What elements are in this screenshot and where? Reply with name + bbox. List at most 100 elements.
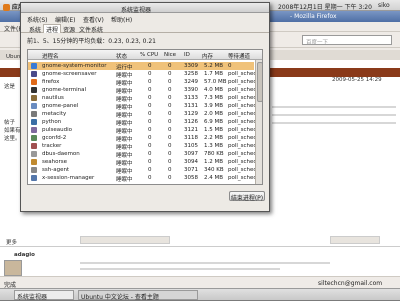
process-name: x-session-manager	[42, 174, 95, 181]
process-icon	[31, 95, 37, 101]
process-mem: 57.0 MB	[204, 78, 227, 85]
ubuntu-logo-icon	[3, 4, 10, 11]
process-icon	[31, 159, 37, 165]
process-mem: 1.5 MB	[204, 126, 224, 133]
process-row[interactable]: tracker 睡眠中 0 0 3105 1.3 MB poll_schedule	[28, 142, 262, 151]
process-cpu: 0	[148, 102, 152, 109]
task-sysmon[interactable]: 系统监视器	[14, 290, 74, 301]
process-nice: 0	[168, 86, 172, 93]
side-text-2: 帖子	[4, 120, 16, 126]
col-id[interactable]: ID	[184, 52, 190, 58]
process-nice: 0	[168, 110, 172, 117]
process-mem: 4.0 MB	[204, 86, 224, 93]
process-row[interactable]: gnome-system-monitor 运行中 0 0 3309 5.2 MB 0	[28, 62, 254, 71]
col-nice[interactable]: Nice	[164, 52, 176, 58]
process-row[interactable]: nautilus 睡眠中 0 0 3133 7.3 MB poll_schedule	[28, 94, 262, 103]
process-row[interactable]: ssh-agent 睡眠中 0 0 3071 340 KB poll_schedule	[28, 166, 262, 175]
tab-resources[interactable]: 资源	[61, 25, 77, 34]
process-row[interactable]: gnome-panel 睡眠中 0 0 3131 3.9 MB poll_schedule	[28, 102, 262, 111]
process-name: nautilus	[42, 94, 64, 101]
process-mem: 1.7 MB	[204, 70, 224, 77]
process-nice: 0	[168, 78, 172, 85]
process-icon	[31, 63, 37, 69]
firefox-title: - Mozilla Firefox	[290, 13, 337, 20]
process-id: 3133	[184, 94, 198, 101]
status-email: siltechcn@gmail.com	[318, 280, 383, 287]
process-icon	[31, 143, 37, 149]
process-id: 3121	[184, 126, 198, 133]
post-date: 2009-05-25 14:29	[332, 77, 382, 83]
process-cpu: 0	[148, 150, 152, 157]
process-icon	[31, 87, 37, 93]
tab-filesystems[interactable]: 文件系统	[77, 25, 105, 34]
search-input[interactable]: 百度一下	[302, 35, 392, 46]
process-cpu: 0	[148, 62, 152, 69]
tab-system[interactable]: 系统	[27, 25, 43, 34]
process-row[interactable]: firefox 睡眠中 0 0 3249 57.0 MB poll_schedule	[28, 78, 262, 87]
process-nice: 0	[168, 94, 172, 101]
text-line	[272, 122, 396, 124]
scrollbar-thumb[interactable]	[257, 62, 262, 102]
col-memory[interactable]: 内存	[202, 52, 213, 60]
process-name: gnome-screensaver	[42, 70, 97, 77]
avatar	[4, 260, 22, 276]
process-scrollbar[interactable]	[255, 60, 262, 184]
sysmon-titlebar[interactable]: 系统监视器	[21, 3, 269, 14]
process-id: 3309	[184, 62, 198, 69]
process-id: 3126	[184, 118, 198, 125]
text-line	[272, 106, 396, 108]
text-line	[80, 268, 280, 270]
process-nice: 0	[168, 134, 172, 141]
post-username[interactable]: adagio	[14, 252, 35, 258]
process-name: gnome-system-monitor	[42, 62, 107, 69]
process-row[interactable]: seahorse 睡眠中 0 0 3094 1.2 MB poll_schedule	[28, 158, 262, 167]
user-name[interactable]: siko	[378, 2, 390, 9]
process-id: 3390	[184, 86, 198, 93]
process-row[interactable]: metacity 睡眠中 0 0 3129 2.0 MB poll_schedule	[28, 110, 262, 119]
search-placeholder: 百度一下	[306, 39, 329, 46]
process-name: firefox	[42, 78, 60, 85]
process-mem: 2.2 MB	[204, 134, 224, 141]
process-row[interactable]: pulseaudio 睡眠中 0 0 3121 1.5 MB poll_schedule	[28, 126, 262, 135]
process-row[interactable]: gnome-terminal 睡眠中 0 0 3390 4.0 MB poll_schedu…	[28, 86, 262, 95]
process-row[interactable]: gconfd-2 睡眠中 0 0 3118 2.2 MB poll_schedule	[28, 134, 262, 143]
col-name[interactable]: 进程名	[42, 52, 59, 60]
process-name: gconfd-2	[42, 134, 67, 141]
process-icon	[31, 135, 37, 141]
process-name: gnome-panel	[42, 102, 79, 109]
process-row[interactable]: dbus-daemon 睡眠中 0 0 3097 780 KB poll_schedule	[28, 150, 262, 159]
process-row[interactable]: x-session-manager 睡眠中 0 0 3058 2.4 MB poll_sch…	[28, 174, 262, 183]
process-icon	[31, 111, 37, 117]
process-name: dbus-daemon	[42, 150, 80, 157]
post-buttons[interactable]	[80, 236, 170, 244]
col-wait[interactable]: 等待通道	[228, 52, 250, 60]
process-nice: 0	[168, 174, 172, 181]
process-table: 进程名 状态 % CPU Nice ID 内存 等待通道 gnome-syste…	[27, 49, 263, 185]
task-firefox[interactable]: Ubuntu 中文论坛 - 查看主题	[78, 290, 198, 301]
process-row[interactable]: python 睡眠中 0 0 3126 6.9 MB poll_schedule	[28, 118, 262, 127]
process-mem: 1.3 MB	[204, 142, 224, 149]
process-cpu: 0	[148, 110, 152, 117]
tab-processes[interactable]: 进程	[43, 24, 62, 34]
process-id: 3058	[184, 174, 198, 181]
process-nice: 0	[168, 70, 172, 77]
post-buttons-right[interactable]	[330, 236, 380, 244]
process-cpu: 0	[148, 126, 152, 133]
end-process-button[interactable]: 结束进程(P)	[229, 191, 265, 202]
col-cpu[interactable]: % CPU	[140, 52, 158, 58]
process-cpu: 0	[148, 158, 152, 165]
process-icon	[31, 127, 37, 133]
col-status[interactable]: 状态	[116, 52, 127, 60]
process-name: metacity	[42, 110, 67, 117]
process-name: seahorse	[42, 158, 67, 165]
text-line	[272, 114, 396, 116]
clock[interactable]: 2008年12月1日 星期一 下午 3:20	[278, 2, 372, 11]
process-nice: 0	[168, 118, 172, 125]
process-row[interactable]: gnome-screensaver 睡眠中 0 0 3258 1.7 MB poll_sch…	[28, 70, 262, 79]
process-mem: 3.9 MB	[204, 102, 224, 109]
process-nice: 0	[168, 102, 172, 109]
sysmon-menubar: 系统(S) 编辑(E) 查看(V) 帮助(H)	[21, 13, 269, 24]
process-name: gnome-terminal	[42, 86, 87, 93]
process-id: 3097	[184, 150, 198, 157]
process-cpu: 0	[148, 174, 152, 181]
